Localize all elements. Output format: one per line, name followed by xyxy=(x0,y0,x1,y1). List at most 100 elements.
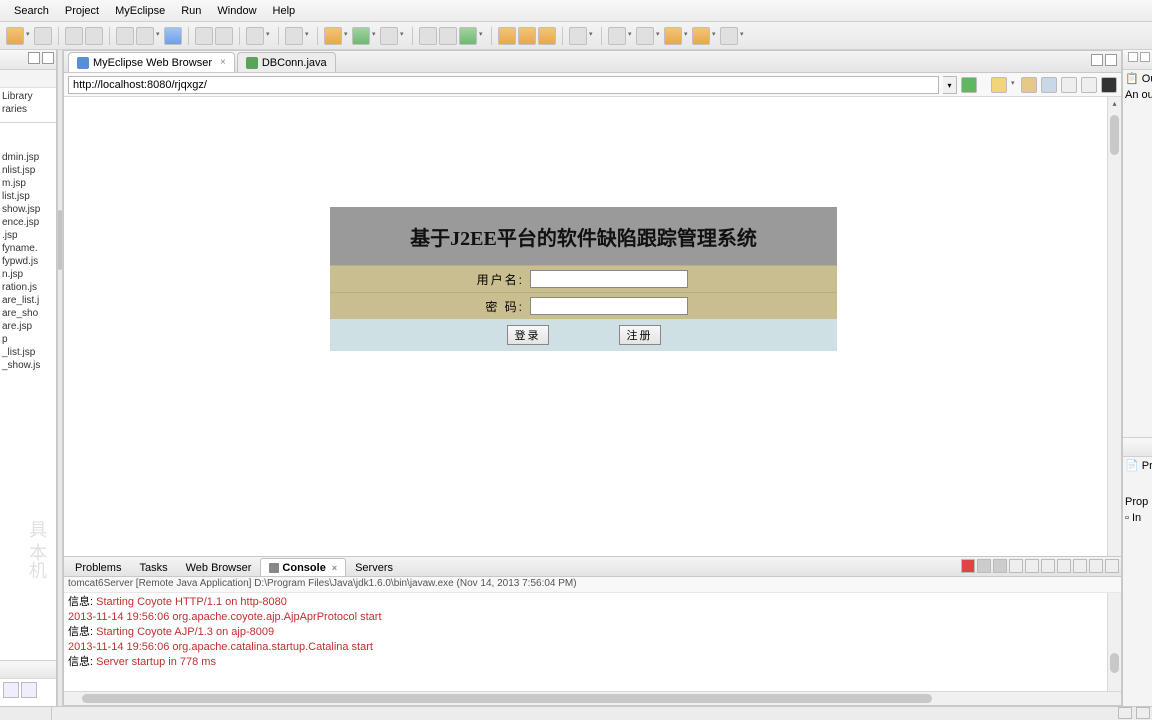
tool-icon[interactable] xyxy=(538,27,556,45)
close-icon[interactable]: × xyxy=(220,57,226,68)
tree-file-item[interactable]: list.jsp xyxy=(0,190,56,203)
menu-window[interactable]: Window xyxy=(209,3,264,19)
username-input[interactable] xyxy=(530,270,688,288)
tree-file-item[interactable]: ration.js xyxy=(0,281,56,294)
menu-myeclipse[interactable]: MyEclipse xyxy=(107,3,173,19)
tool-icon[interactable] xyxy=(116,27,134,45)
tree-file-item[interactable]: ence.jsp xyxy=(0,216,56,229)
file-tree[interactable]: Library raries dmin.jspnlist.jspm.jsplis… xyxy=(0,88,56,660)
pin-icon[interactable] xyxy=(1041,559,1055,573)
tool-icon[interactable] xyxy=(419,27,437,45)
tool-icon[interactable] xyxy=(636,27,654,45)
tree-file-item[interactable]: are.jsp xyxy=(0,320,56,333)
dropdown-arrow-icon[interactable] xyxy=(266,27,272,45)
tree-file-item[interactable]: _show.js xyxy=(0,359,56,372)
menu-help[interactable]: Help xyxy=(265,3,304,19)
minimize-icon[interactable] xyxy=(1128,52,1138,62)
tool-icon[interactable] xyxy=(439,27,457,45)
tool-icon[interactable] xyxy=(518,27,536,45)
console-output[interactable]: 信息: Starting Coyote HTTP/1.1 on http-808… xyxy=(64,593,1121,691)
open-console-icon[interactable] xyxy=(1073,559,1087,573)
url-input[interactable] xyxy=(68,76,939,94)
view-icon[interactable] xyxy=(3,682,19,698)
maximize-icon[interactable] xyxy=(1105,54,1117,66)
tree-file-item[interactable]: .jsp xyxy=(0,229,56,242)
close-icon[interactable]: × xyxy=(332,563,337,573)
tool-icon[interactable] xyxy=(285,27,303,45)
tool-icon[interactable] xyxy=(246,27,264,45)
scrollbar-thumb[interactable] xyxy=(82,694,932,703)
forward-icon[interactable] xyxy=(1041,77,1057,93)
dropdown-arrow-icon[interactable] xyxy=(156,27,162,45)
dropdown-arrow-icon[interactable] xyxy=(26,27,32,45)
tab-servers[interactable]: Servers xyxy=(346,558,402,576)
scrollbar-thumb[interactable] xyxy=(58,210,62,270)
remove-icon[interactable] xyxy=(977,559,991,573)
run-icon[interactable] xyxy=(352,27,370,45)
tree-file-item[interactable]: nlist.jsp xyxy=(0,164,56,177)
tree-file-item[interactable]: are_sho xyxy=(0,307,56,320)
dropdown-arrow-icon[interactable] xyxy=(684,27,690,45)
tool-icon[interactable] xyxy=(215,27,233,45)
dropdown-arrow-icon[interactable] xyxy=(479,27,485,45)
tree-file-item[interactable]: fyname. xyxy=(0,242,56,255)
dropdown-arrow-icon[interactable] xyxy=(628,27,634,45)
login-button[interactable]: 登录 xyxy=(507,325,549,345)
tree-file-item[interactable]: are_list.j xyxy=(0,294,56,307)
menu-run[interactable]: Run xyxy=(173,3,209,19)
globe-icon[interactable] xyxy=(164,27,182,45)
dropdown-arrow-icon[interactable] xyxy=(344,27,350,45)
vertical-scrollbar[interactable] xyxy=(1107,593,1121,691)
debug-icon[interactable] xyxy=(324,27,342,45)
status-icon[interactable] xyxy=(1136,707,1150,719)
dropdown-arrow-icon[interactable] xyxy=(740,27,746,45)
minimize-icon[interactable] xyxy=(28,52,40,64)
register-button[interactable]: 注册 xyxy=(619,325,661,345)
extern-tools-icon[interactable] xyxy=(380,27,398,45)
terminate-icon[interactable] xyxy=(961,559,975,573)
tree-file-item[interactable]: n.jsp xyxy=(0,268,56,281)
refresh-icon[interactable] xyxy=(1061,77,1077,93)
scrollbar-thumb[interactable] xyxy=(1110,653,1119,673)
tool-icon[interactable] xyxy=(720,27,738,45)
tab-browser[interactable]: MyEclipse Web Browser × xyxy=(68,52,235,72)
tree-file-item[interactable]: fypwd.js xyxy=(0,255,56,268)
tree-file-item[interactable]: m.jsp xyxy=(0,177,56,190)
dropdown-arrow-icon[interactable] xyxy=(712,27,718,45)
tree-file-item[interactable]: _list.jsp xyxy=(0,346,56,359)
dropdown-arrow-icon[interactable] xyxy=(656,27,662,45)
minimize-icon[interactable] xyxy=(1089,559,1103,573)
tool-icon[interactable] xyxy=(498,27,516,45)
stop-icon[interactable] xyxy=(1101,77,1117,93)
save-icon[interactable] xyxy=(34,27,52,45)
tab-problems[interactable]: Problems xyxy=(66,558,130,576)
go-icon[interactable] xyxy=(961,77,977,93)
forward-icon[interactable] xyxy=(692,27,710,45)
dropdown-arrow-icon[interactable] xyxy=(1011,76,1017,94)
tool-icon[interactable] xyxy=(136,27,154,45)
maximize-icon[interactable] xyxy=(42,52,54,64)
dropdown-arrow-icon[interactable] xyxy=(400,27,406,45)
scroll-up-icon[interactable]: ▴ xyxy=(1108,97,1121,111)
password-input[interactable] xyxy=(530,297,688,315)
outline-tab[interactable]: 📋 Ou xyxy=(1123,70,1152,87)
view-icon[interactable] xyxy=(21,682,37,698)
tree-file-item[interactable]: dmin.jsp xyxy=(0,151,56,164)
new-icon[interactable] xyxy=(6,27,24,45)
tool-icon[interactable] xyxy=(569,27,587,45)
dropdown-arrow-icon[interactable] xyxy=(589,27,595,45)
tab-console[interactable]: Console× xyxy=(260,558,346,576)
tab-web-browser[interactable]: Web Browser xyxy=(177,558,261,576)
tab-dbconn[interactable]: DBConn.java xyxy=(237,52,336,72)
favorite-icon[interactable] xyxy=(991,77,1007,93)
dropdown-arrow-icon[interactable] xyxy=(372,27,378,45)
menu-project[interactable]: Project xyxy=(57,3,107,19)
display-icon[interactable] xyxy=(1057,559,1071,573)
clear-icon[interactable] xyxy=(1009,559,1023,573)
scrollbar-thumb[interactable] xyxy=(1110,115,1119,155)
tool-icon[interactable] xyxy=(608,27,626,45)
tool-icon[interactable] xyxy=(459,27,477,45)
tool-icon[interactable] xyxy=(85,27,103,45)
maximize-icon[interactable] xyxy=(1140,52,1150,62)
tool-icon[interactable] xyxy=(195,27,213,45)
